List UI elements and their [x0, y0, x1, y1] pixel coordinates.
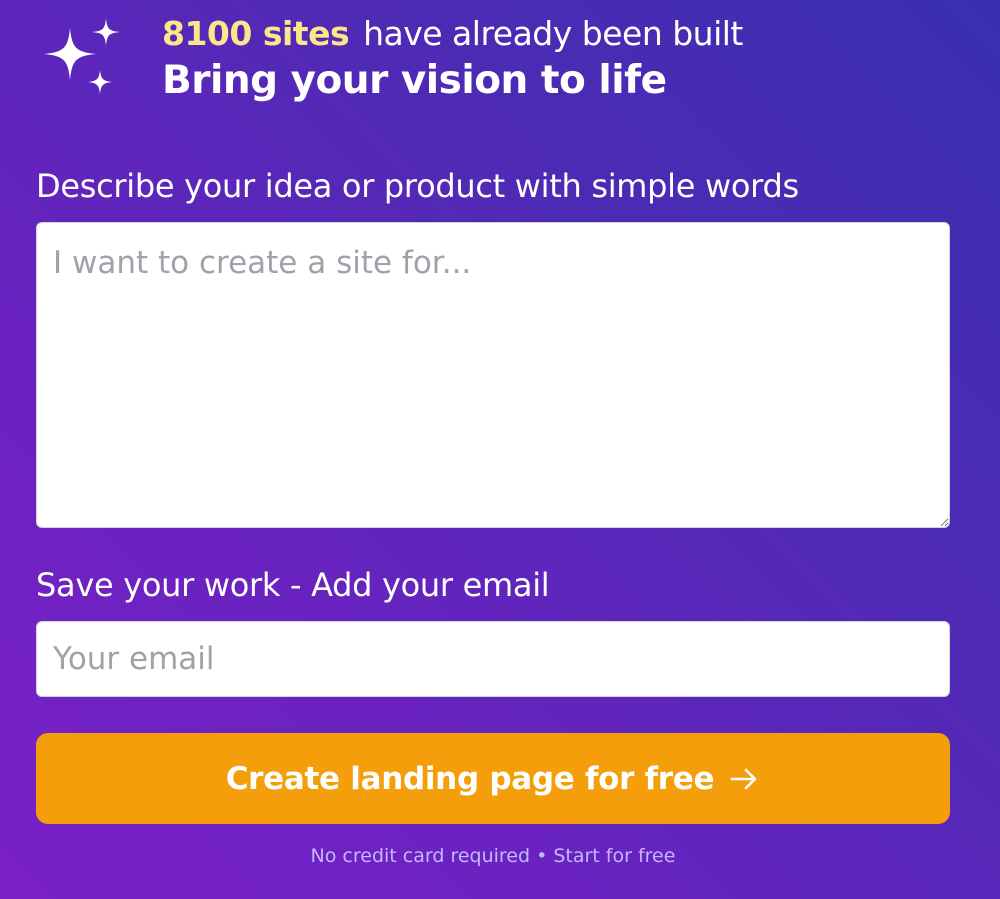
- email-label: Save your work - Add your email: [36, 566, 550, 604]
- footnote: No credit card required • Start for free: [310, 845, 676, 867]
- sites-built-text: have already been built: [363, 14, 743, 53]
- email-input[interactable]: [36, 621, 950, 697]
- idea-textarea[interactable]: [36, 222, 950, 528]
- site-count: 8100 sites: [162, 14, 350, 53]
- sparkles-icon: [38, 14, 126, 102]
- create-landing-page-button[interactable]: Create landing page for free: [36, 733, 950, 824]
- idea-label: Describe your idea or product with simpl…: [36, 167, 799, 205]
- page-title: Bring your vision to life: [162, 58, 667, 103]
- create-landing-page-label: Create landing page for free: [225, 760, 715, 797]
- hero-header: 8100 sites have already been built Bring…: [38, 12, 978, 112]
- arrow-right-icon: [728, 763, 760, 795]
- sites-built-line: 8100 sites have already been built: [162, 14, 743, 54]
